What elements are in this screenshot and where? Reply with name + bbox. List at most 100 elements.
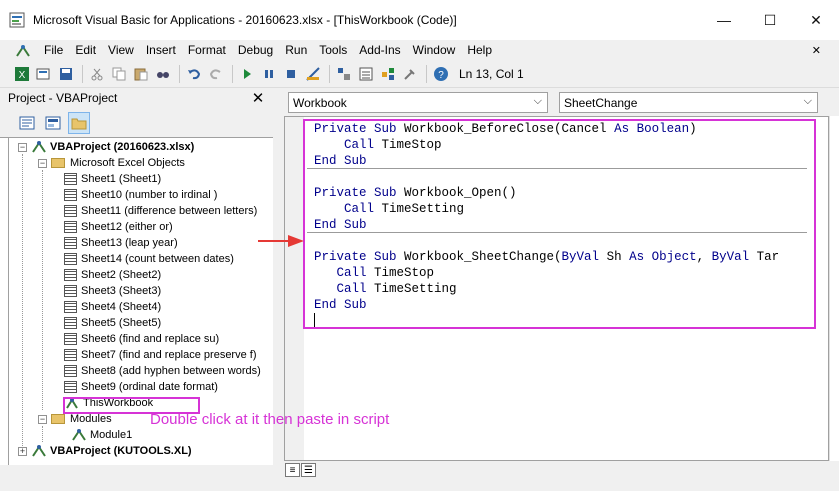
maximize-button[interactable]: ☐ [747,0,793,40]
close-button[interactable]: ✕ [793,0,839,40]
tree-node-sheet[interactable]: Sheet2 (Sheet2) [64,267,161,283]
menu-help[interactable]: Help [461,40,498,61]
chevron-down-icon[interactable]: ⌵ [804,95,812,108]
module-icon [71,428,87,442]
copy-icon[interactable] [109,64,129,84]
toggle-folders-icon[interactable] [68,111,90,134]
svg-text:X: X [19,70,26,81]
procedure-view-icon[interactable]: ≡ [285,463,300,477]
menu-add-ins[interactable]: Add-Ins [353,40,406,61]
run-icon[interactable] [237,64,257,84]
menu-format[interactable]: Format [182,40,232,61]
paste-icon[interactable] [131,64,151,84]
tree-node-sheet[interactable]: Sheet11 (difference between letters) [64,203,257,219]
break-icon[interactable] [259,64,279,84]
menu-tools[interactable]: Tools [313,40,353,61]
tree-node-sheet[interactable]: Sheet7 (find and replace preserve f) [64,347,257,363]
minimize-button[interactable]: — [701,0,747,40]
folder-label: Modules [70,413,112,425]
cut-icon[interactable] [87,64,107,84]
tree-folder-excel-objects[interactable]: − Microsoft Excel Objects [38,155,185,171]
cursor-position: Ln 13, Col 1 [459,67,524,81]
toolbar-separator [82,65,83,83]
tree-node-sheet[interactable]: Sheet6 (find and replace su) [64,331,219,347]
expand-icon[interactable]: + [18,446,27,456]
folder-icon [51,158,65,168]
toolbar-separator [179,65,180,83]
sheet-label: Sheet14 (count between dates) [81,253,234,265]
menu-file[interactable]: File [38,40,69,61]
sheet-label: Sheet13 (leap year) [81,237,178,249]
help-icon[interactable]: ? [431,64,451,84]
view-code-icon[interactable] [16,112,38,134]
redo-icon[interactable] [206,64,226,84]
find-icon[interactable] [153,64,173,84]
title-bar: Microsoft Visual Basic for Applications … [0,0,839,40]
sheet-label: Sheet7 (find and replace preserve f) [81,349,257,361]
vba-menu-icon[interactable] [14,42,32,60]
menu-view[interactable]: View [102,40,140,61]
menu-run[interactable]: Run [279,40,313,61]
module-label: Module1 [90,429,133,441]
full-module-view-icon[interactable]: ☰ [301,463,316,477]
sheet-label: Sheet3 (Sheet3) [81,285,162,297]
design-mode-icon[interactable] [303,64,323,84]
procedure-dropdown[interactable]: SheetChange ⌵ [559,92,818,113]
tree-node-sheet[interactable]: Sheet9 (ordinal date format) [64,379,218,395]
tree-node-sheet[interactable]: Sheet14 (count between dates) [64,251,234,267]
tree-node-sheet[interactable]: Sheet12 (either or) [64,219,173,235]
insert-icon[interactable] [34,64,54,84]
undo-icon[interactable] [184,64,204,84]
toolbar-separator [232,65,233,83]
tree-node-sheet[interactable]: Sheet1 (Sheet1) [64,171,161,187]
standard-toolbar: X ? Ln 13, Col 1 [0,61,839,88]
worksheet-icon [64,381,77,393]
worksheet-icon [64,221,77,233]
tree-node-vbaproject[interactable]: − VBAProject (20160623.xlsx) [18,139,194,155]
code-margin [285,117,304,460]
toolbox-icon[interactable] [400,64,420,84]
tree-node-sheet[interactable]: Sheet3 (Sheet3) [64,283,161,299]
reset-icon[interactable] [281,64,301,84]
properties-icon[interactable] [356,64,376,84]
menu-insert[interactable]: Insert [140,40,182,61]
menu-debug[interactable]: Debug [232,40,279,61]
tree-node-sheet[interactable]: Sheet5 (Sheet5) [64,315,161,331]
toolbar-separator [426,65,427,83]
menu-edit[interactable]: Edit [69,40,102,61]
sheet-label: Sheet2 (Sheet2) [81,269,162,281]
tree-node-sheet[interactable]: Sheet4 (Sheet4) [64,299,161,315]
vba-project-icon [31,140,47,154]
close-project-explorer-button[interactable]: ✕ [249,89,267,107]
close-code-window-icon[interactable]: ✕ [812,44,821,57]
folder-label: Microsoft Excel Objects [70,157,185,169]
panel-splitter[interactable] [273,88,284,491]
save-icon[interactable] [56,64,76,84]
sheet-label: Sheet11 (difference between letters) [81,205,258,217]
collapse-icon[interactable]: − [18,142,27,152]
tree-node-sheet[interactable]: Sheet10 (number to irdinal ) [64,187,217,203]
sheet-label: Sheet6 (find and replace su) [81,333,220,345]
worksheet-icon [64,269,77,281]
tree-node-module1[interactable]: Module1 [71,427,132,443]
vertical-scrollbar[interactable] [829,116,839,461]
view-object-icon[interactable] [42,112,64,134]
worksheet-icon [64,349,77,361]
worksheet-icon [64,301,77,313]
tree-node-sheet[interactable]: Sheet13 (leap year) [64,235,178,251]
worksheet-icon [64,237,77,249]
project-explorer-footer [0,465,273,491]
chevron-down-icon[interactable]: ⌵ [534,95,542,108]
object-dropdown[interactable]: Workbook ⌵ [288,92,548,113]
sheet-label: Sheet12 (either or) [81,221,173,233]
sheet-label: Sheet4 (Sheet4) [81,301,162,313]
object-browser-icon[interactable] [378,64,398,84]
collapse-icon[interactable]: − [38,414,47,424]
project-explorer-icon[interactable] [334,64,354,84]
tree-node-sheet[interactable]: Sheet8 (add hyphen between words) [64,363,261,379]
tree-node-kutools[interactable]: + VBAProject (KUTOOLS.XL) [18,443,192,459]
collapse-icon[interactable]: − [38,158,47,168]
menu-window[interactable]: Window [407,40,462,61]
excel-icon[interactable]: X [12,64,32,84]
folder-icon [51,414,65,424]
